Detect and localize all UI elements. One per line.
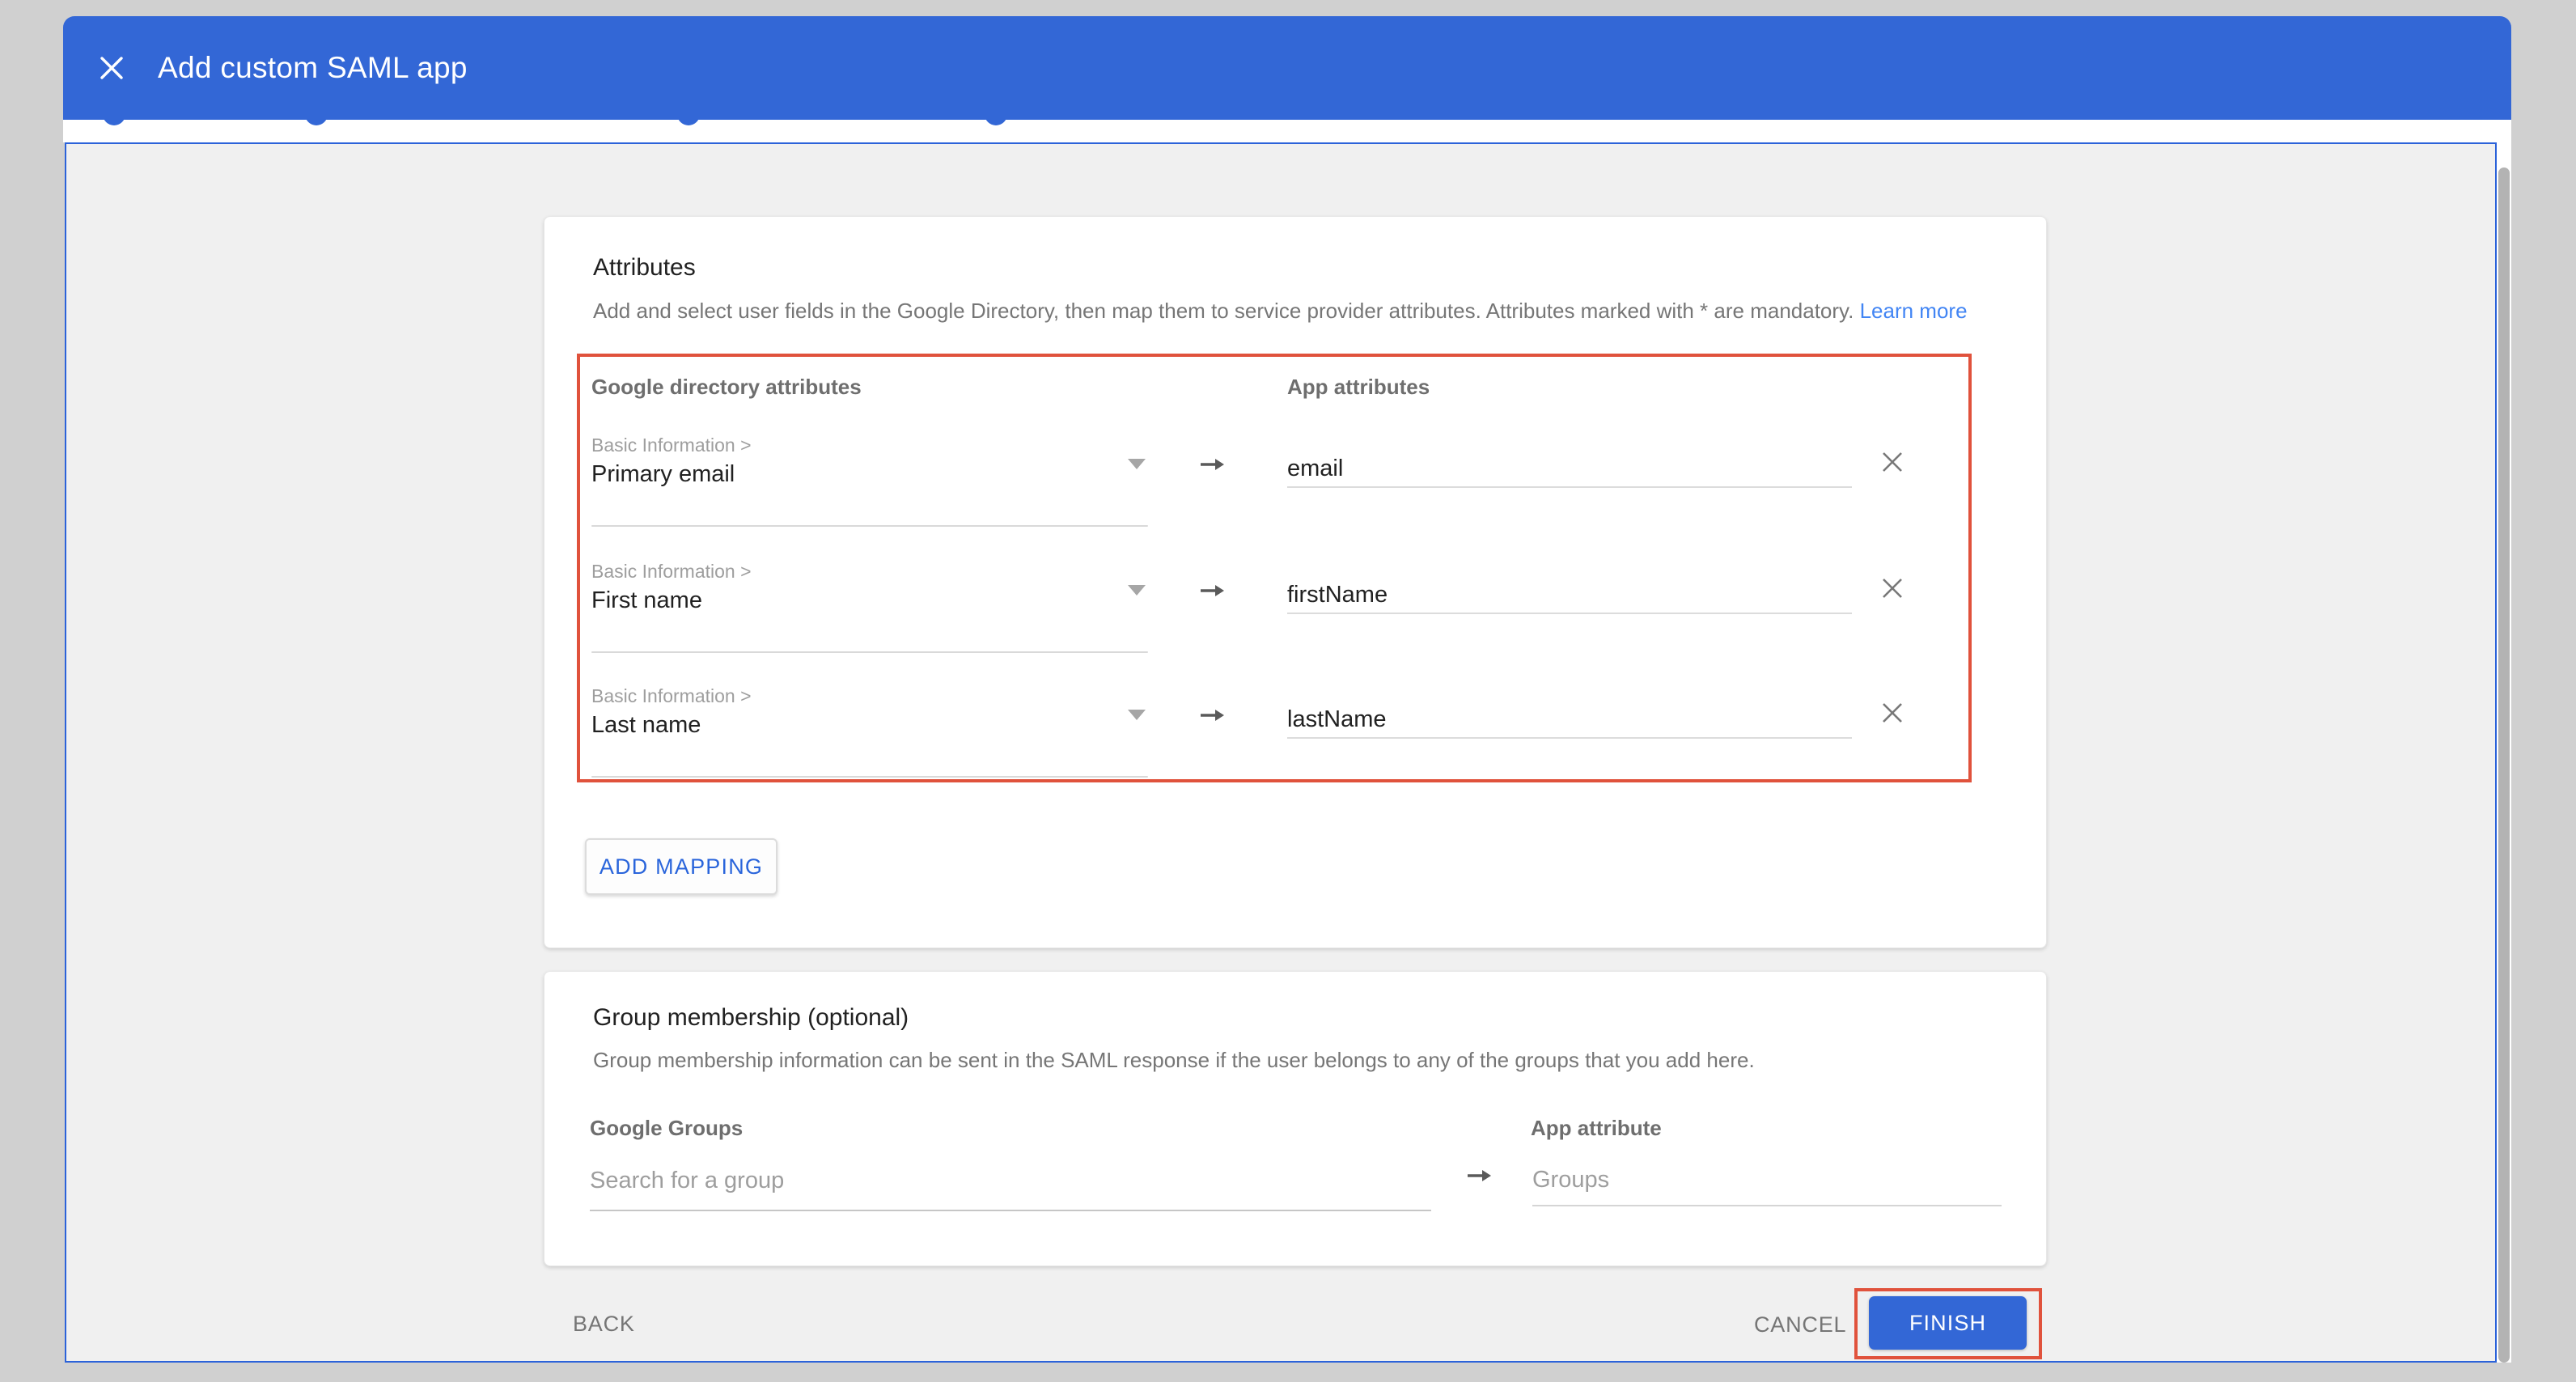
group-card-description: Group membership information can be sent…	[593, 1048, 1755, 1073]
learn-more-link[interactable]: Learn more	[1860, 299, 1968, 323]
attributes-card-title: Attributes	[593, 254, 696, 282]
group-search-input[interactable]	[590, 1151, 1431, 1211]
header-base-strip	[63, 120, 2511, 142]
maps-to-arrow-icon	[1467, 1166, 1494, 1189]
scrollbar-thumb[interactable]	[2498, 167, 2510, 1363]
close-icon[interactable]	[100, 56, 124, 80]
group-card-title: Group membership (optional)	[593, 1004, 909, 1032]
attributes-description-text: Add and select user fields in the Google…	[593, 299, 1854, 323]
google-groups-label: Google Groups	[590, 1116, 743, 1141]
app-attribute-label: App attribute	[1531, 1116, 1662, 1141]
add-mapping-button[interactable]: ADD MAPPING	[585, 838, 777, 895]
group-app-attribute-input[interactable]	[1532, 1155, 2002, 1206]
attributes-card: Attributes Add and select user fields in…	[544, 216, 2047, 948]
cancel-button[interactable]: CANCEL	[1754, 1312, 1846, 1337]
finish-button[interactable]: FINISH	[1869, 1296, 2027, 1350]
mapping-highlight-annotation	[577, 354, 1972, 782]
dialog-title: Add custom SAML app	[158, 51, 468, 85]
back-button[interactable]: BACK	[573, 1312, 635, 1337]
dialog-header: Add custom SAML app	[63, 16, 2511, 120]
group-membership-card: Group membership (optional) Group member…	[544, 971, 2047, 1266]
attributes-card-description: Add and select user fields in the Google…	[593, 299, 1968, 324]
